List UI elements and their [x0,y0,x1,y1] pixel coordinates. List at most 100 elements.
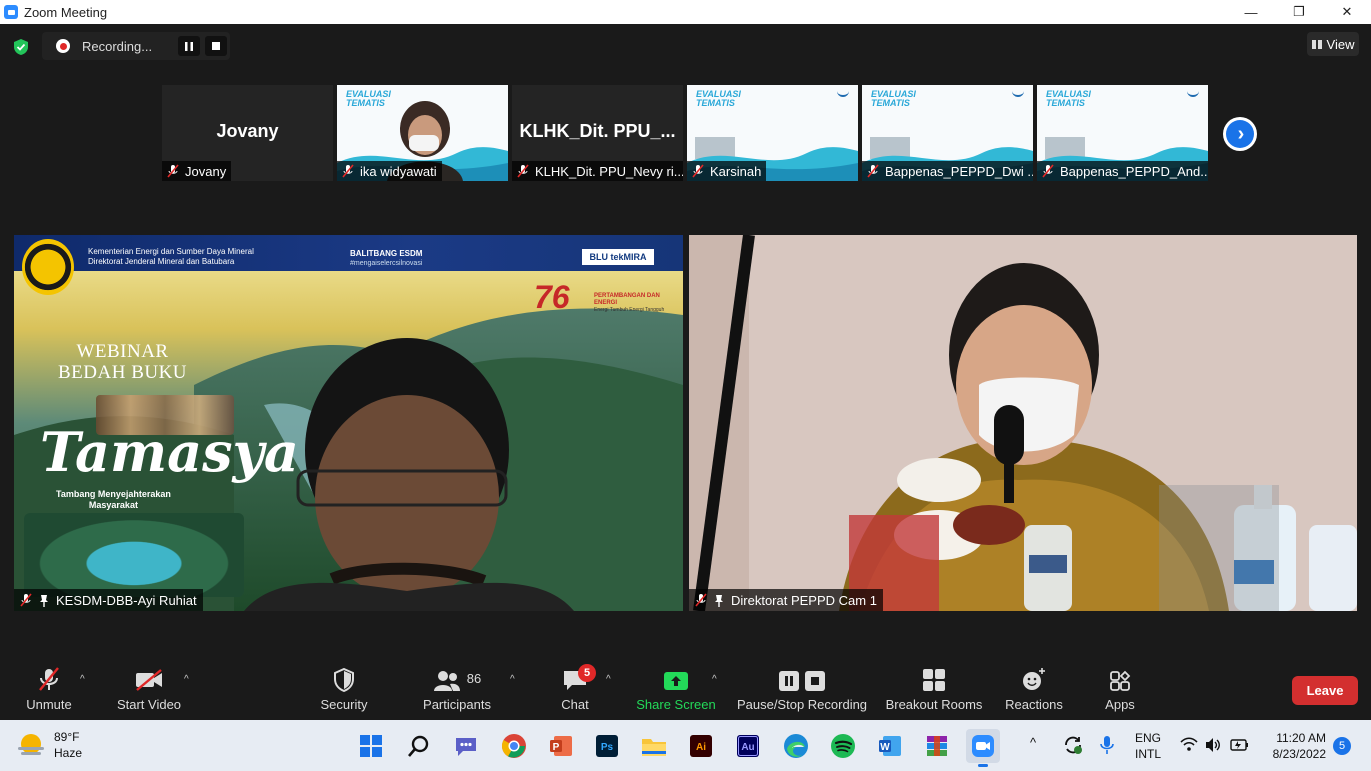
powerpoint-app[interactable]: P [544,729,578,763]
winrar-app[interactable] [920,729,954,763]
audio-options-caret[interactable]: ^ [80,674,85,685]
video-off-icon [136,669,162,691]
security-button[interactable]: Security [316,660,372,720]
input-language[interactable]: ENG INTL [1135,730,1161,762]
meeting-area: Recording... View Jovany Jovany EVALUASI… [0,24,1371,660]
participant-label: Bappenas_PEPPD_Dwi ... [862,161,1033,181]
participants-count: 86 [466,671,482,686]
pin-icon [715,594,723,607]
participant-name: Bappenas_PEPPD_Dwi ... [885,163,1033,179]
zoom-app-icon [4,5,18,19]
pin-icon [40,594,48,607]
recording-indicator: Recording... [42,32,230,60]
participant-label: KLHK_Dit. PPU_Nevy ri... [512,161,683,181]
share-screen-icon [664,672,688,690]
share-screen-button[interactable]: Share Screen [636,660,716,720]
share-options-caret[interactable]: ^ [712,674,717,685]
participant-thumbnail[interactable]: Jovany Jovany [162,85,333,181]
participant-thumbnail[interactable]: EVALUASI TEMATIS ika widyawati [337,85,508,181]
shield-check-icon[interactable] [12,38,30,56]
photoshop-app[interactable]: Ps [590,729,624,763]
mic-muted-icon [39,667,59,691]
participant-name: KLHK_Dit. PPU_Nevy ri... [535,163,683,179]
participant-thumbnail[interactable]: EVALUASI TEMATIS Bappenas_PEPPD_Dwi ... [862,85,1033,181]
maximize-button[interactable]: ❐ [1275,0,1323,24]
view-label: View [1326,36,1355,52]
participant-label: KESDM-DBB-Ayi Ruhiat [14,589,203,611]
close-button[interactable]: ✕ [1323,0,1371,24]
participant-name: Jovany [185,163,227,179]
pause-recording-button[interactable] [178,36,200,56]
participants-options-caret[interactable]: ^ [510,674,515,685]
battery-charging-icon[interactable] [1230,737,1250,753]
audition-app[interactable]: Au [731,729,765,763]
blu-tekmira-logo: BLU tekMIRA [582,249,654,265]
book-tagline: Tambang Menyejahterakan Masyarakat [56,489,171,510]
svg-text:Au: Au [741,742,754,753]
apps-icon [1110,670,1131,691]
reactions-button[interactable]: Reactions [1002,660,1066,720]
record-icon [56,39,70,53]
participant-thumbnail[interactable]: KLHK_Dit. PPU_... KLHK_Dit. PPU_Nevy ri.… [512,85,683,181]
illustrator-app[interactable]: Ai [684,729,718,763]
start-video-button[interactable]: Start Video [112,660,186,720]
chat-options-caret[interactable]: ^ [606,674,611,685]
next-page-button[interactable]: › [1223,117,1257,151]
view-button[interactable]: View [1307,32,1359,56]
participant-label: Jovany [162,161,232,181]
word-app[interactable]: W [873,729,907,763]
stop-icon [212,42,220,50]
pertambangan-text: PERTAMBANGAN DAN ENERGI Energi Tumbuh En… [594,293,665,313]
video-options-caret[interactable]: ^ [184,674,189,685]
svg-text:Ps: Ps [601,742,614,753]
leave-button[interactable]: Leave [1292,676,1358,705]
taskbar-search-button[interactable] [402,729,436,763]
participant-name: Karsinah [710,163,762,179]
participant-thumbnail[interactable]: EVALUASI TEMATIS Karsinah [687,85,858,181]
notification-badge[interactable]: 5 [1333,737,1351,755]
chrome-app[interactable] [497,729,531,763]
pause-icon [185,41,193,51]
video-frame [689,235,1357,611]
participant-name: ika widyawati [360,163,437,179]
file-explorer-icon [642,739,666,756]
windows-taskbar: 89°F Haze P Ps Ai Au W ^ ENG INTL 11:20 … [0,720,1371,771]
edge-app[interactable] [779,729,813,763]
svg-text:Ai: Ai [696,742,706,753]
unmute-button[interactable]: Unmute [20,660,78,720]
participants-button[interactable]: 86 Participants [420,660,494,720]
participant-thumbnail[interactable]: EVALUASI TEMATIS Bappenas_PEPPD_And... [1037,85,1208,181]
participant-name: KESDM-DBB-Ayi Ruhiat [56,592,197,608]
ministry-text: Kementerian Energi dan Sumber Daya Miner… [88,247,254,266]
participant-display-name: Jovany [216,121,279,141]
apps-button[interactable]: Apps [1100,660,1140,720]
weather-widget[interactable]: 89°F Haze [16,729,82,761]
main-video-left[interactable]: Kementerian Energi dan Sumber Daya Miner… [14,235,683,611]
zoom-app[interactable] [966,729,1000,767]
mic-muted-icon [867,164,879,178]
main-video-right[interactable]: Direktorat PEPPD Cam 1 [689,235,1357,611]
start-button[interactable] [354,729,388,763]
show-hidden-icons-button[interactable]: ^ [1030,735,1036,750]
word-icon: W [879,736,901,756]
microphone-icon[interactable] [1100,735,1114,755]
ministry-crest-icon [22,239,74,295]
file-explorer-app[interactable] [637,729,671,763]
pause-icon [779,671,799,691]
volume-icon[interactable] [1205,737,1221,753]
chat-unread-badge: 5 [578,664,596,682]
mic-muted-icon [342,164,354,178]
mic-muted-icon [167,164,179,178]
breakout-rooms-button[interactable]: Breakout Rooms [884,660,984,720]
system-clock[interactable]: 11:20 AM 8/23/2022 [1262,730,1326,762]
teams-chat-app[interactable] [449,729,483,763]
webinar-title: WEBINAR BEDAH BUKU [58,341,188,383]
wifi-icon[interactable] [1180,737,1198,753]
illustrator-icon: Ai [690,735,712,757]
sync-icon[interactable] [1062,734,1084,756]
stop-recording-button[interactable] [205,36,227,56]
minimize-button[interactable]: — [1227,0,1275,24]
teams-chat-icon [456,738,476,756]
spotify-app[interactable] [826,729,860,763]
pause-stop-recording-button[interactable]: Pause/Stop Recording [736,660,868,720]
